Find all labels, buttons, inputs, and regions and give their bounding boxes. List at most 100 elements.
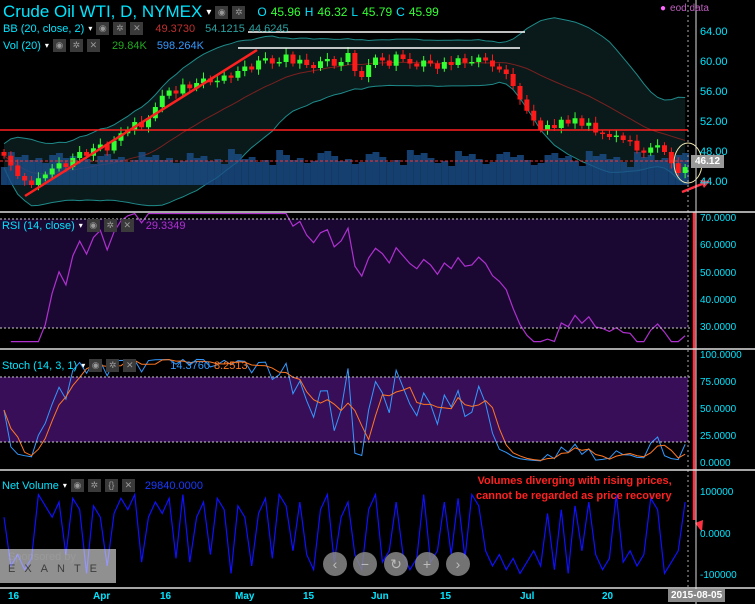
netvol-dropdown-icon[interactable]: ▾ (63, 481, 67, 490)
volume-bar (393, 160, 401, 185)
candle (441, 62, 447, 69)
instrument-title[interactable]: Crude Oil WTI, D, NYMEX (3, 2, 202, 22)
stoch-tick: 100.0000 (700, 350, 742, 361)
bb-legend: BB (20, close, 2) ▾ ◉ ✲ ✕ 49.3730 54.1215 4… (3, 22, 289, 35)
sponsor-box[interactable]: Sponsored by EXANTE (0, 549, 116, 583)
price-tick: 44.00 (700, 176, 728, 188)
candle (434, 63, 440, 69)
volume-bar (578, 166, 586, 185)
open-label: O (257, 5, 267, 19)
gear-icon[interactable]: ✲ (87, 479, 101, 492)
netvol-legend: Net Volume ▾ ◉ ✲{} ✕ 29840.0000 (2, 479, 203, 492)
candle (180, 84, 186, 94)
volume-bar (303, 163, 311, 185)
candle (324, 59, 330, 62)
gear-icon[interactable]: ✲ (113, 22, 127, 35)
volume-bar (207, 161, 215, 185)
volume-bar (496, 154, 504, 185)
volume-bar (200, 156, 208, 185)
candle (421, 60, 427, 67)
sponsor-brand: EXANTE (8, 563, 107, 575)
stoch-k-value: 14.3760 (170, 359, 210, 372)
volume-bar (338, 161, 345, 185)
candle (256, 60, 262, 70)
vol-label[interactable]: Vol (20) (3, 40, 41, 52)
close-label: C (396, 5, 405, 19)
title-dropdown-icon[interactable]: ▾ (206, 7, 211, 18)
volume-bar (455, 151, 462, 185)
volume-bar (406, 150, 414, 185)
candle (476, 57, 482, 62)
bb-dropdown-icon[interactable]: ▾ (88, 24, 92, 33)
netvol-label[interactable]: Net Volume (2, 480, 59, 492)
volume-bar (530, 165, 538, 185)
date-tick: 15 (303, 591, 315, 602)
close-icon[interactable]: ✕ (123, 359, 137, 372)
stoch-band (0, 377, 688, 442)
eye-icon[interactable]: ◉ (89, 359, 103, 372)
price-tick: 64.00 (700, 26, 728, 38)
volume-bar (372, 152, 380, 185)
candle (304, 59, 310, 65)
chart-canvas[interactable] (0, 0, 755, 604)
candle (366, 65, 372, 77)
eye-icon[interactable]: ◉ (215, 5, 229, 19)
date-tick: 20 (602, 591, 614, 602)
candle (311, 65, 317, 68)
volume-bar (503, 152, 511, 185)
rsi-label[interactable]: RSI (14, close) (2, 220, 75, 232)
volume-bar (317, 153, 325, 185)
close-icon[interactable]: ✕ (120, 219, 134, 232)
candle (661, 145, 667, 152)
volume-bar (606, 159, 614, 185)
bb-mid-value: 49.3730 (155, 22, 196, 35)
candle (586, 122, 592, 126)
bb-label[interactable]: BB (20, close, 2) (3, 23, 84, 35)
volume-bar (475, 159, 483, 185)
volume-bar (400, 165, 407, 185)
eye-icon[interactable]: ◉ (86, 219, 100, 232)
rsi-dropdown-icon[interactable]: ▾ (79, 221, 83, 230)
eye-icon[interactable]: ◉ (52, 39, 66, 52)
volume-bar (221, 164, 229, 185)
close-icon[interactable]: ✕ (121, 479, 135, 492)
gear-icon[interactable]: ✲ (69, 39, 83, 52)
volume-bar (186, 153, 194, 185)
candle (489, 60, 495, 67)
eye-icon[interactable]: ◉ (96, 22, 110, 35)
vol-dropdown-icon[interactable]: ▾ (45, 41, 49, 50)
volume-bar (104, 154, 112, 185)
code-icon[interactable]: {} (104, 479, 118, 492)
candle (262, 58, 268, 61)
candle (448, 62, 454, 65)
stoch-dropdown-icon[interactable]: ▾ (81, 361, 85, 370)
volume-bar (159, 160, 167, 185)
volume-bar (138, 152, 146, 185)
candle (462, 58, 468, 63)
zoom-in-button[interactable]: + (415, 552, 439, 576)
gear-icon[interactable]: ✲ (103, 219, 117, 232)
close-icon[interactable]: ✕ (130, 22, 144, 35)
zoom-out-button[interactable]: − (353, 552, 377, 576)
candle (627, 140, 633, 142)
candle (331, 59, 337, 66)
candle (579, 118, 585, 126)
dot-icon: ● (660, 3, 667, 14)
bb-lower-value: 44.6245 (248, 22, 289, 35)
volume-bar (1, 167, 8, 185)
volume-bar (620, 162, 628, 185)
close-icon[interactable]: ✕ (86, 39, 100, 52)
reset-button[interactable]: ↻ (384, 552, 408, 576)
scroll-right-button[interactable]: › (446, 552, 470, 576)
candle (496, 66, 502, 70)
gear-icon[interactable]: ✲ (232, 5, 246, 19)
scroll-left-button[interactable]: ‹ (323, 552, 347, 576)
eye-icon[interactable]: ◉ (70, 479, 84, 492)
stoch-label[interactable]: Stoch (14, 3, 1) (2, 360, 77, 372)
volume-bar (111, 159, 118, 185)
volume-bar (193, 158, 201, 185)
candle (655, 145, 661, 148)
gear-icon[interactable]: ✲ (106, 359, 120, 372)
candle (503, 69, 509, 74)
rsi-tick: 60.0000 (700, 240, 737, 252)
